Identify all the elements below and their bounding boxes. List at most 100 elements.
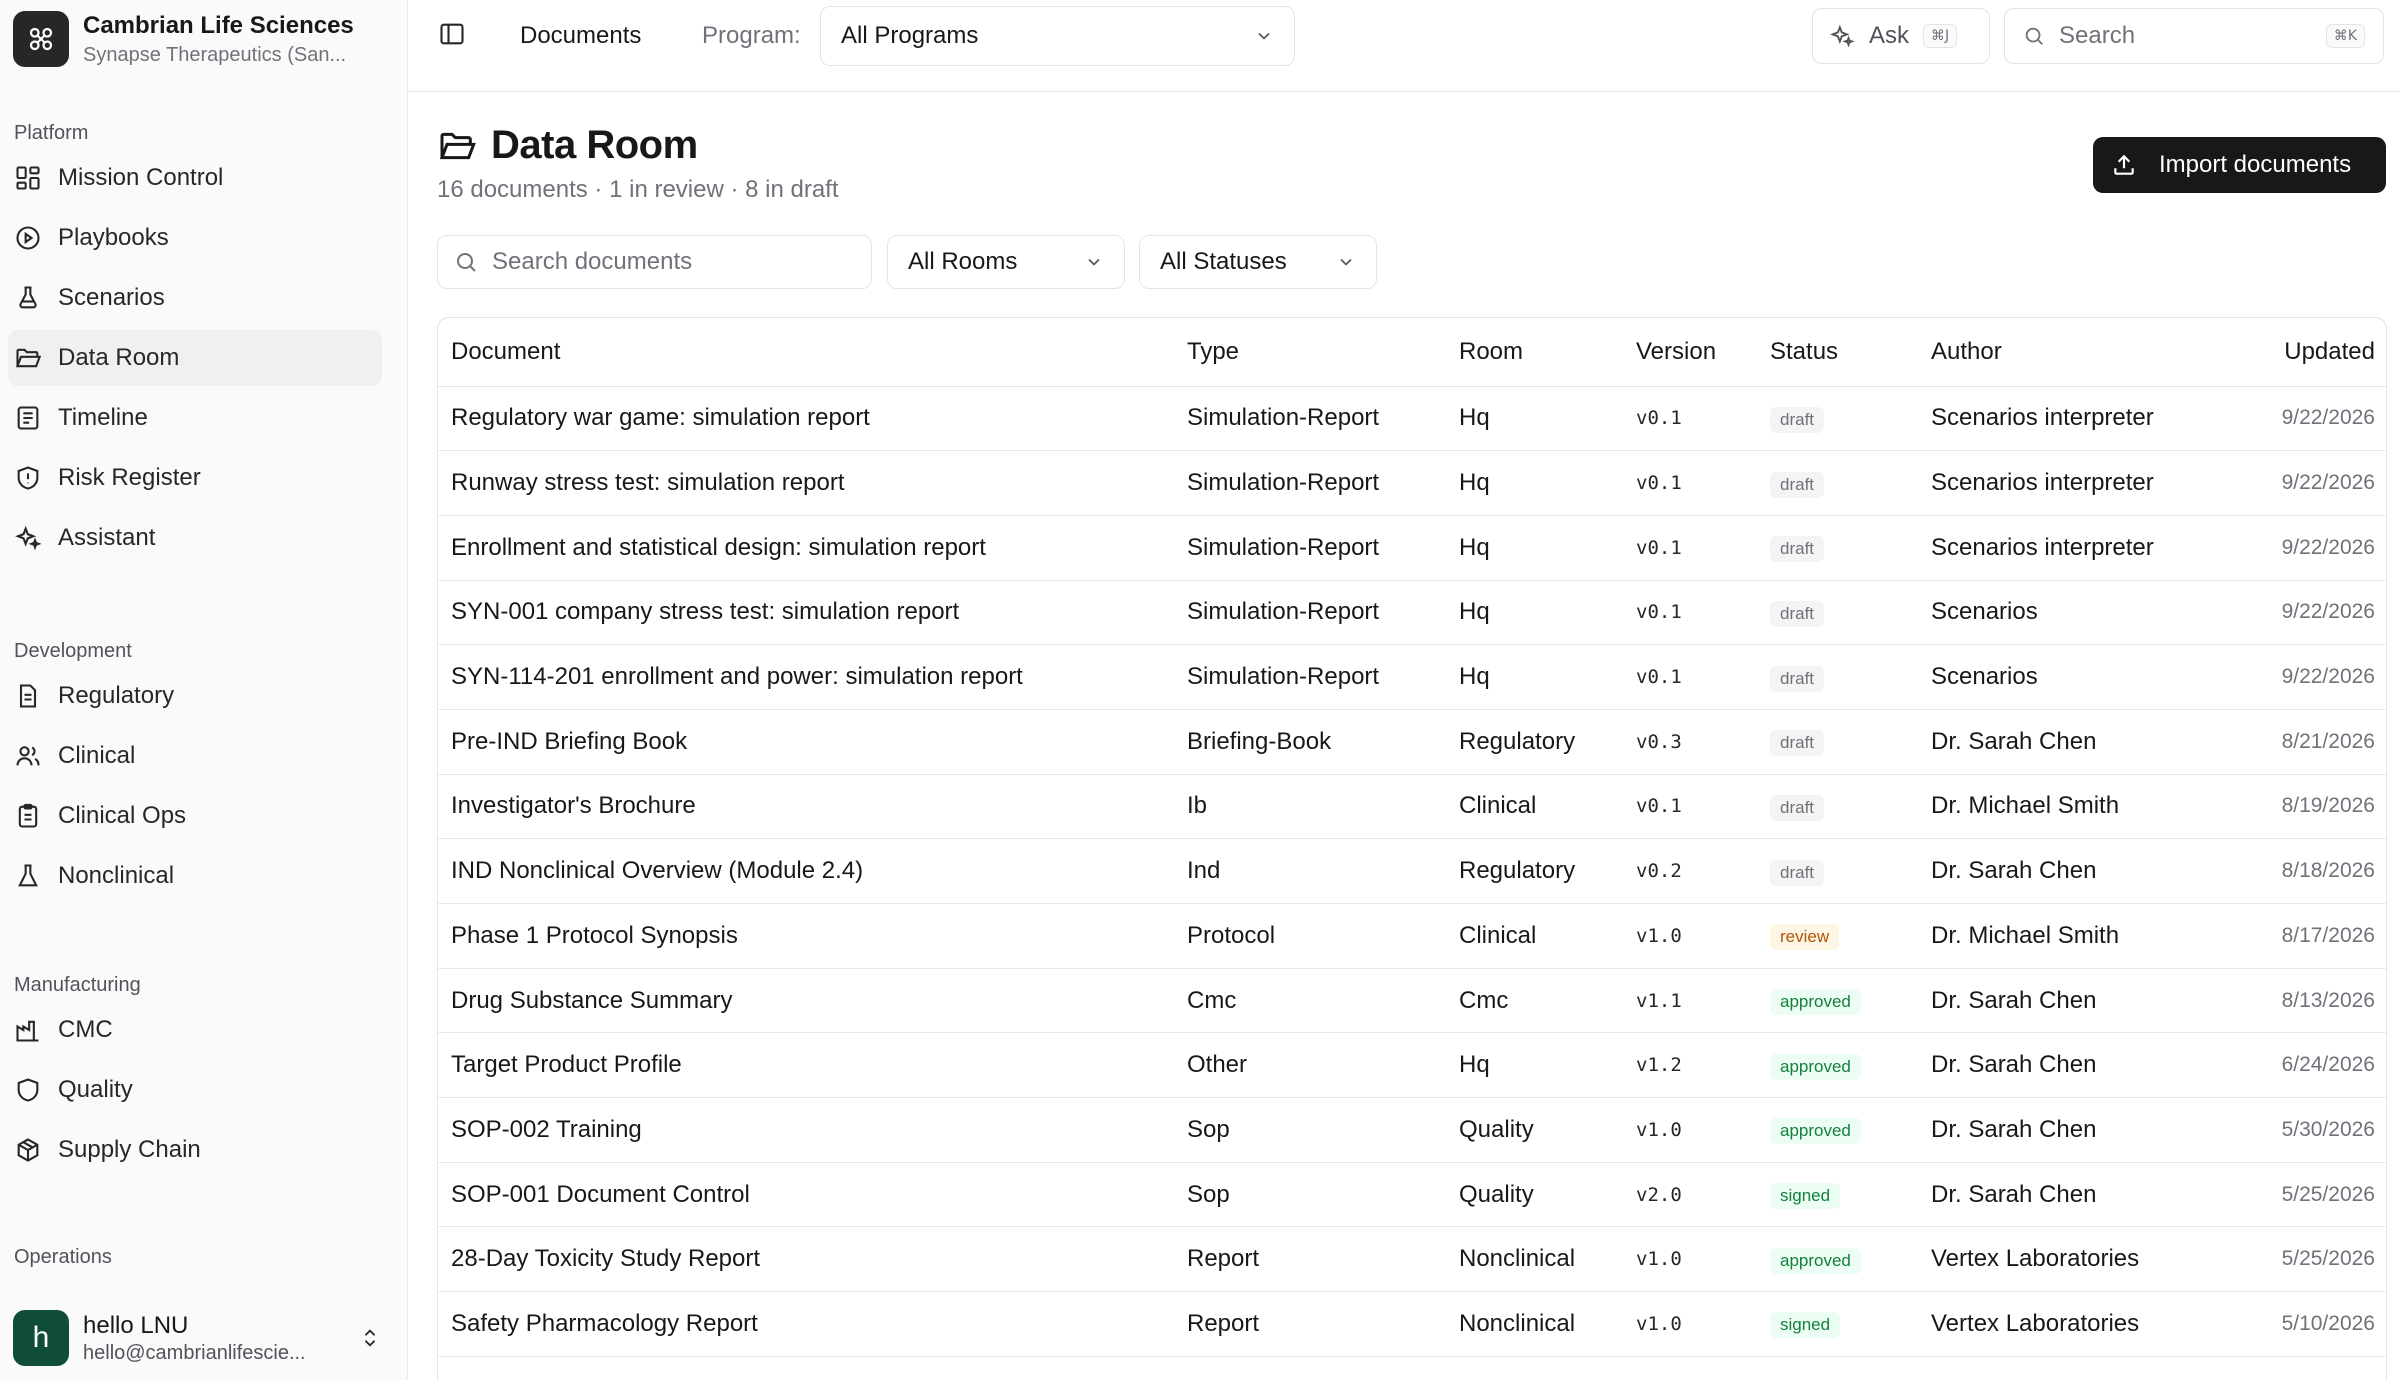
table-row[interactable]: Phase 1 Protocol Synopsis Protocol Clinica… [438, 903, 2386, 969]
topbar: Documents Program: All Programs Ask ⌘J S… [409, 0, 2400, 92]
updated-cell: 9/22/2026 [2194, 386, 2386, 452]
document-name-cell[interactable]: Investigator's Brochure [438, 774, 1174, 840]
sidebar-item-data-room[interactable]: Data Room [8, 330, 382, 386]
document-name-cell[interactable]: IND Nonclinical Overview (Module 2.4) [438, 838, 1174, 904]
sidebar-item-risk-register[interactable]: Risk Register [8, 450, 382, 506]
sidebar-item-playbooks[interactable]: Playbooks [8, 210, 382, 266]
sidebar-item-cmc[interactable]: CMC [8, 1002, 382, 1058]
author-cell: Dr. Sarah Chen [1918, 838, 2194, 904]
sidebar-item-label: Playbooks [58, 224, 169, 251]
sidebar-item-timeline[interactable]: Timeline [8, 390, 382, 446]
type-cell: Report [1174, 1291, 1446, 1357]
document-name-cell[interactable]: Pre-IND Briefing Book [438, 709, 1174, 775]
table-row[interactable]: SOP-002 Training Sop Quality v1.0 approved Dr… [438, 1097, 2386, 1163]
column-header-type[interactable]: Type [1174, 318, 1446, 387]
table-header-row: Document Type Room Version Status Author… [438, 318, 2386, 387]
document-name-cell[interactable]: Safety Pharmacology Report [438, 1291, 1174, 1357]
document-name-cell[interactable]: Enrollment and statistical design: simul… [438, 515, 1174, 581]
table-row[interactable]: Enrollment and statistical design: simul… [438, 515, 2386, 581]
sidebar-item-clinical[interactable]: Clinical [8, 728, 382, 784]
document-name-cell[interactable]: Runway stress test: simulation report [438, 450, 1174, 516]
table-row[interactable]: Runway stress test: simulation report Sim… [438, 450, 2386, 516]
sidebar-item-supply-chain[interactable]: Supply Chain [8, 1122, 382, 1178]
users-icon [16, 746, 40, 766]
sidebar-item-clinical-ops[interactable]: Clinical Ops [8, 788, 382, 844]
author-cell: Vertex Laboratories [1918, 1291, 2194, 1357]
breadcrumb[interactable]: Documents [520, 22, 641, 50]
sidebar-item-regulatory[interactable]: Regulatory [8, 668, 382, 724]
room-cell: Quality [1446, 1162, 1623, 1228]
room-cell: Clinical [1446, 903, 1623, 969]
document-name-cell[interactable]: SYN-114-201 enrollment and power: simula… [438, 644, 1174, 710]
status-cell: draft [1757, 515, 1918, 581]
author-cell: Dr. Sarah Chen [1918, 1162, 2194, 1228]
sidebar-item-mission-control[interactable]: Mission Control [8, 150, 382, 206]
ask-button[interactable]: Ask ⌘J [1812, 8, 1990, 64]
document-name-cell[interactable]: Phase 1 Protocol Synopsis [438, 903, 1174, 969]
status-cell: signed [1757, 1162, 1918, 1228]
document-icon [19, 684, 37, 708]
document-name-cell[interactable]: Target Product Profile [438, 1032, 1174, 1099]
page-title: Data Room [491, 123, 698, 167]
table-row[interactable]: IND Nonclinical Overview (Module 2.4) Ind… [438, 838, 2386, 904]
ask-label: Ask [1869, 22, 1910, 49]
updated-cell: 5/10/2026 [2194, 1291, 2386, 1357]
document-name-cell[interactable]: SOP-001 Document Control [438, 1162, 1174, 1228]
sidebar-item-label: Quality [58, 1076, 133, 1103]
type-cell: Sop [1174, 1162, 1446, 1228]
author-cell: Dr. Sarah Chen [1918, 1032, 2194, 1099]
document-search[interactable] [437, 235, 872, 289]
sidebar-item-label: Timeline [58, 404, 148, 431]
status-filter[interactable]: All Statuses [1139, 235, 1377, 289]
document-search-input[interactable] [492, 248, 832, 276]
global-search[interactable]: Search ⌘K [2004, 8, 2384, 64]
import-documents-button[interactable]: Import documents [2093, 137, 2386, 193]
sidebar-item-label: Data Room [58, 344, 180, 371]
author-cell: Scenarios interpreter [1918, 386, 2194, 452]
document-name-cell[interactable]: SYN-001 company stress test: simulation … [438, 580, 1174, 646]
document-name-cell[interactable]: SOP-002 Training [438, 1097, 1174, 1163]
table-row[interactable]: Regulatory war game: simulation report Si… [438, 386, 2386, 452]
sidebar-item-label: Supply Chain [58, 1136, 201, 1163]
column-header-author[interactable]: Author [1918, 318, 2194, 387]
table-row[interactable]: SOP-001 Document Control Sop Quality v2.0 si… [438, 1162, 2386, 1228]
rooms-filter[interactable]: All Rooms [887, 235, 1125, 289]
table-row[interactable]: Target Product Profile Other Hq v1.2 approve… [438, 1032, 2386, 1099]
sidebar-item-assistant[interactable]: Assistant [8, 510, 382, 566]
sidebar-item-scenarios[interactable]: Scenarios [8, 270, 382, 326]
sidebar-toggle-button[interactable] [438, 20, 470, 52]
column-header-room[interactable]: Room [1446, 318, 1623, 387]
user-menu[interactable]: h hello LNU hello@cambrianlifescie... [13, 1308, 393, 1368]
author-cell: Dr. Michael Smith [1918, 774, 2194, 840]
table-row[interactable]: Pre-IND Briefing Book Briefing-Book Regula… [438, 709, 2386, 775]
column-header-status[interactable]: Status [1757, 318, 1918, 387]
program-select[interactable]: All Programs [820, 6, 1295, 66]
status-badge: signed [1770, 1183, 1841, 1210]
updated-cell: 8/17/2026 [2194, 903, 2386, 969]
table-row[interactable]: 28-Day Toxicity Study Report Report Noncli… [438, 1226, 2386, 1293]
document-name-cell[interactable]: 28-Day Toxicity Study Report [438, 1226, 1174, 1293]
status-badge: signed [1770, 1312, 1841, 1339]
table-row[interactable]: SYN-001 company stress test: simulation … [438, 580, 2386, 646]
updated-cell: 8/13/2026 [2194, 968, 2386, 1034]
sidebar-item-quality[interactable]: Quality [8, 1062, 382, 1118]
version-cell: v0.1 [1623, 774, 1757, 840]
author-cell: Scenarios [1918, 580, 2194, 646]
updated-cell: 9/22/2026 [2194, 580, 2386, 646]
table-row[interactable]: Drug Substance Summary Cmc Cmc v1.1 approved… [438, 968, 2386, 1034]
room-cell: Regulatory [1446, 838, 1623, 904]
room-cell: Hq [1446, 580, 1623, 646]
column-header-document[interactable]: Document [438, 318, 1174, 387]
status-badge: draft [1770, 600, 1825, 627]
author-cell: Dr. Sarah Chen [1918, 1097, 2194, 1163]
column-header-updated[interactable]: Updated [2194, 318, 2386, 387]
table-row[interactable]: Investigator's Brochure Ib Clinical v0.1 dra… [438, 774, 2386, 840]
table-row[interactable]: SYN-114-201 enrollment and power: simula… [438, 644, 2386, 710]
sidebar-item-nonclinical[interactable]: Nonclinical [8, 848, 382, 904]
document-name-cell[interactable]: Drug Substance Summary [438, 968, 1174, 1034]
table-row[interactable]: Safety Pharmacology Report Report Nonclini… [438, 1291, 2386, 1357]
org-switcher[interactable]: Cambrian Life Sciences Synapse Therapeut… [13, 9, 393, 69]
sidebar-item-label: Clinical [58, 742, 136, 769]
column-header-version[interactable]: Version [1623, 318, 1757, 387]
document-name-cell[interactable]: Regulatory war game: simulation report [438, 386, 1174, 452]
